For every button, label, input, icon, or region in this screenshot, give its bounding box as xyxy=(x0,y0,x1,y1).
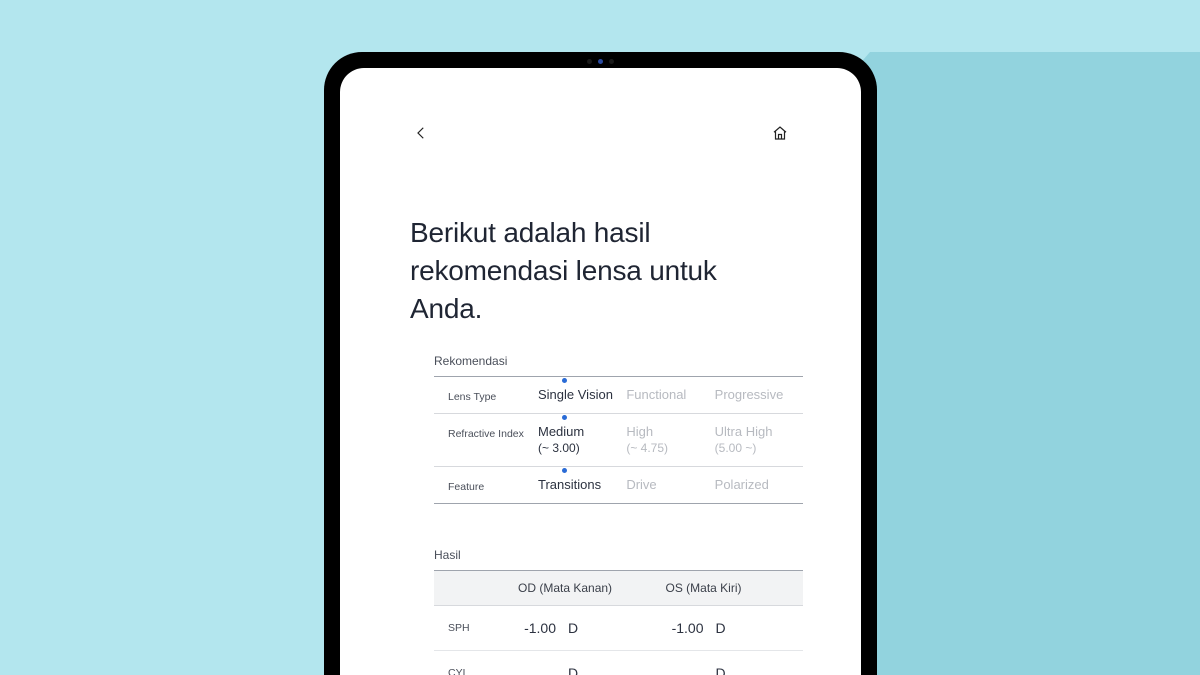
camera-cluster xyxy=(556,58,646,64)
rec-option-text: Polarized xyxy=(715,477,769,492)
hasil-row-cyl: CYL D D xyxy=(434,651,803,675)
hasil-value: -1.00 xyxy=(666,620,704,636)
hasil-col-os: OS (Mata Kiri) xyxy=(656,581,804,595)
rec-option-text: Progressive xyxy=(715,387,784,402)
rec-option-text: Ultra High xyxy=(715,424,773,439)
hasil-row-label: CYL xyxy=(448,665,508,675)
rec-option-text: High xyxy=(626,424,653,439)
page-title: Berikut adalah hasil rekomendasi lensa u… xyxy=(410,214,791,327)
hasil-cell-od: -1.00 D xyxy=(508,620,656,636)
section-title: Hasil xyxy=(434,548,803,562)
tablet-frame: Berikut adalah hasil rekomendasi lensa u… xyxy=(324,52,877,675)
rec-option-transitions[interactable]: Transitions xyxy=(538,477,626,493)
rec-options: Single Vision Functional Progressive xyxy=(538,387,803,403)
camera-dot xyxy=(609,59,614,64)
hasil-unit: D xyxy=(716,665,726,675)
hasil-unit: D xyxy=(568,620,578,636)
rec-option-text: Transitions xyxy=(538,477,601,492)
rec-option-medium[interactable]: Medium (~ 3.00) xyxy=(538,424,626,455)
back-button[interactable] xyxy=(410,122,432,144)
home-icon xyxy=(771,124,789,142)
rec-row-feature: Feature Transitions Drive Polarized xyxy=(434,467,803,504)
hasil-header: OD (Mata Kanan) OS (Mata Kiri) xyxy=(434,571,803,606)
rec-option-single-vision[interactable]: Single Vision xyxy=(538,387,626,403)
screen: Berikut adalah hasil rekomendasi lensa u… xyxy=(340,68,861,675)
hasil-unit: D xyxy=(716,620,726,636)
hasil-value xyxy=(518,665,556,675)
camera-dot xyxy=(598,59,603,64)
camera-dot xyxy=(587,59,592,64)
hasil-header-spacer xyxy=(448,581,508,595)
rec-option-sub: (~ 4.75) xyxy=(626,441,714,456)
section-hasil: Hasil OD (Mata Kanan) OS (Mata Kiri) SPH… xyxy=(434,548,803,675)
rec-option-text: Drive xyxy=(626,477,656,492)
title-line-2: rekomendasi lensa untuk Anda. xyxy=(410,255,717,324)
hasil-cell-od: D xyxy=(508,665,656,675)
section-title: Rekomendasi xyxy=(434,354,803,368)
rec-option-text: Single Vision xyxy=(538,387,613,402)
title-line-1: Berikut adalah hasil xyxy=(410,217,650,248)
rec-option-text: Medium xyxy=(538,424,584,439)
chevron-left-icon xyxy=(412,124,430,142)
hasil-row-label: SPH xyxy=(448,620,508,636)
top-bar xyxy=(410,122,791,144)
rec-option-text: Functional xyxy=(626,387,686,402)
rec-options: Transitions Drive Polarized xyxy=(538,477,803,493)
rec-row-refractive-index: Refractive Index Medium (~ 3.00) High (~… xyxy=(434,414,803,466)
hasil-cell-os: D xyxy=(656,665,804,675)
rec-option-functional[interactable]: Functional xyxy=(626,387,714,403)
hasil-col-od: OD (Mata Kanan) xyxy=(508,581,656,595)
hasil-cell-os: -1.00 D xyxy=(656,620,804,636)
selected-dot-icon xyxy=(562,378,567,383)
rec-option-progressive[interactable]: Progressive xyxy=(715,387,803,403)
home-button[interactable] xyxy=(769,122,791,144)
selected-dot-icon xyxy=(562,468,567,473)
rec-option-sub: (5.00 ~) xyxy=(715,441,803,456)
rec-option-high[interactable]: High (~ 4.75) xyxy=(626,424,714,455)
rec-option-sub: (~ 3.00) xyxy=(538,441,626,456)
rec-row-lens-type: Lens Type Single Vision Functional Progr… xyxy=(434,377,803,414)
stage: Berikut adalah hasil rekomendasi lensa u… xyxy=(0,0,1200,675)
selected-dot-icon xyxy=(562,415,567,420)
hasil-value: -1.00 xyxy=(518,620,556,636)
rec-label: Refractive Index xyxy=(448,424,538,440)
rec-label: Feature xyxy=(448,477,538,493)
rec-option-drive[interactable]: Drive xyxy=(626,477,714,493)
hasil-unit: D xyxy=(568,665,578,675)
hasil-row-sph: SPH -1.00 D -1.00 D xyxy=(434,606,803,651)
section-rekomendasi: Rekomendasi Lens Type Single Vision Func… xyxy=(434,354,803,504)
rec-option-ultra-high[interactable]: Ultra High (5.00 ~) xyxy=(715,424,803,455)
hasil-value xyxy=(666,665,704,675)
rec-options: Medium (~ 3.00) High (~ 4.75) Ultra High… xyxy=(538,424,803,455)
rec-label: Lens Type xyxy=(448,387,538,403)
rec-option-polarized[interactable]: Polarized xyxy=(715,477,803,493)
